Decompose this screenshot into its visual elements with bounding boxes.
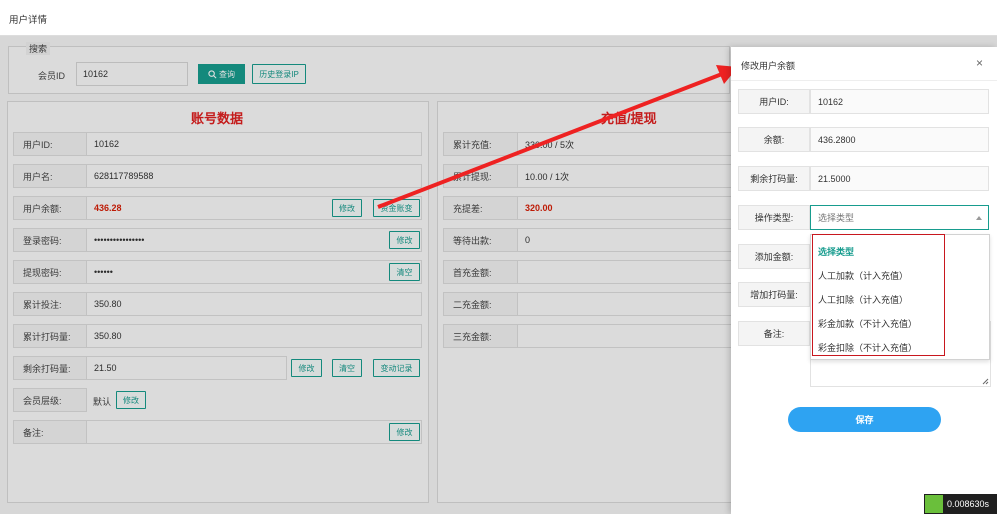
modal-user-id-field: 10162 bbox=[810, 89, 989, 114]
save-button[interactable]: 保存 bbox=[788, 407, 941, 432]
annotation-highlight-box bbox=[812, 234, 945, 356]
timer-logo-icon bbox=[925, 495, 943, 513]
modal-add-amount-label: 添加金额: bbox=[738, 244, 810, 269]
modal-remaining-code-label: 剩余打码量: bbox=[738, 166, 810, 191]
modal-note-label: 备注: bbox=[738, 321, 810, 346]
timer-text: 0.008630s bbox=[947, 499, 990, 509]
close-icon[interactable]: × bbox=[976, 56, 983, 70]
caret-up-icon bbox=[976, 216, 982, 220]
resize-handle-icon[interactable] bbox=[982, 378, 989, 385]
modal-add-code-label: 增加打码量: bbox=[738, 282, 810, 307]
modal-remaining-code-field: 21.5000 bbox=[810, 166, 989, 191]
modal-user-id-label: 用户ID: bbox=[738, 89, 810, 114]
modal-balance-label: 余额: bbox=[738, 127, 810, 152]
modal-title: 修改用户余额 bbox=[741, 61, 796, 71]
modal-header: 修改用户余额 × bbox=[731, 47, 997, 81]
timer-badge: 0.008630s bbox=[924, 494, 997, 514]
modal-balance-field: 436.2800 bbox=[810, 127, 989, 152]
op-type-select-value: 选择类型 bbox=[818, 213, 855, 223]
op-type-select[interactable]: 选择类型 bbox=[810, 205, 989, 230]
modal-op-type-label: 操作类型: bbox=[738, 205, 810, 230]
